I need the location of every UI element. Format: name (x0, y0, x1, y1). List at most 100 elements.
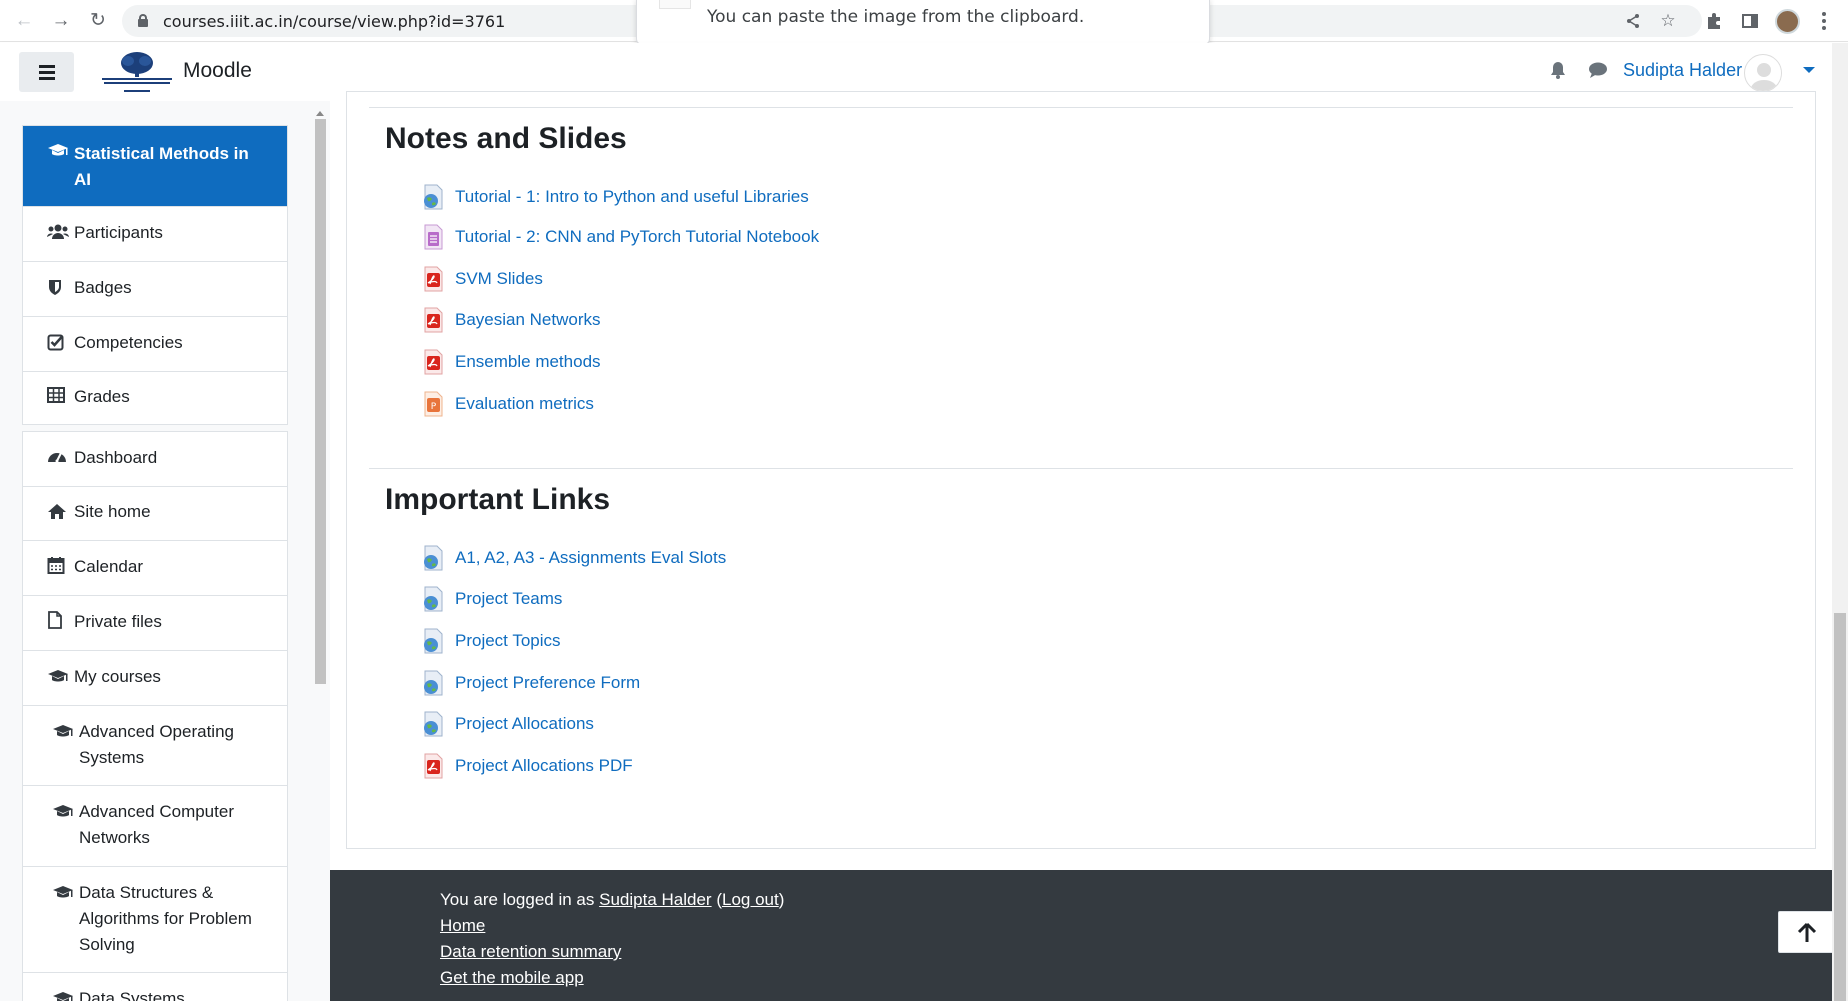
sidebar-item-course-dsa[interactable]: Data Structures & Algorithms for Problem… (23, 867, 287, 973)
home-icon (47, 502, 67, 522)
sidebar-item-course-acn[interactable]: Advanced Computer Networks (23, 786, 287, 867)
sidebar-item-label: Grades (74, 387, 130, 406)
user-menu-caret-icon[interactable] (1803, 67, 1815, 73)
section-divider (369, 107, 1793, 108)
sidebar-item-label: Statistical Methods in AI (74, 144, 249, 189)
sidebar-item-label: Dashboard (74, 448, 158, 467)
tachometer-icon (47, 448, 67, 468)
activity-link[interactable]: Project Allocations (455, 714, 594, 734)
data-retention-link[interactable]: Data retention summary (440, 942, 621, 961)
reload-icon[interactable]: ↻ (86, 9, 110, 33)
activity-link[interactable]: Bayesian Networks (455, 310, 601, 330)
sidebar-item-dashboard[interactable]: Dashboard (23, 432, 287, 487)
url-globe-icon (421, 628, 445, 654)
powerpoint-icon: P (421, 391, 445, 417)
forward-icon[interactable]: → (49, 9, 73, 33)
sidebar-item-competencies[interactable]: Competencies (23, 317, 287, 372)
graduation-cap-icon (47, 668, 68, 688)
sidebar-item-label: Advanced Operating Systems (79, 722, 234, 767)
extensions-icon[interactable] (1702, 9, 1726, 33)
document-file-icon (421, 224, 445, 250)
sidebar-item-course-aos[interactable]: Advanced Operating Systems (23, 706, 287, 786)
pdf-icon (421, 349, 445, 375)
share-icon[interactable] (1621, 9, 1645, 33)
logout-link[interactable]: Log out (722, 890, 779, 909)
lock-icon (138, 14, 148, 27)
url-globe-icon (421, 586, 445, 612)
side-panel-icon[interactable] (1738, 9, 1762, 33)
sidebar-item-calendar[interactable]: Calendar (23, 541, 287, 596)
back-icon[interactable]: ← (12, 9, 36, 33)
check-square-icon (47, 333, 67, 353)
login-info-prefix: You are logged in as (440, 890, 595, 909)
section-title-notes: Notes and Slides (385, 122, 627, 155)
profile-avatar-icon[interactable] (1775, 9, 1800, 34)
sidebar-item-my-courses[interactable]: My courses (23, 651, 287, 706)
sidebar-item-label: Participants (74, 223, 163, 242)
sidebar-item-label: Calendar (74, 557, 143, 576)
sidebar-scroll-thumb[interactable] (315, 119, 326, 684)
shield-icon (47, 278, 67, 298)
user-avatar[interactable] (1744, 54, 1782, 92)
bookmark-star-icon[interactable]: ☆ (1656, 9, 1680, 33)
page-scrollbar[interactable] (1832, 43, 1848, 1001)
hamburger-menu-icon[interactable] (19, 52, 74, 92)
sidebar-item-label: Data Structures & Algorithms for Problem… (79, 883, 252, 954)
messages-icon[interactable] (1588, 61, 1612, 85)
section-title-links: Important Links (385, 483, 611, 516)
sidebar-item-label: Data Systems (79, 989, 185, 1001)
sidebar-item-course-ds[interactable]: Data Systems (23, 973, 287, 1001)
mobile-app-link[interactable]: Get the mobile app (440, 968, 584, 987)
sidebar-scrollbar[interactable] (313, 111, 327, 1001)
sidebar-item-label: Private files (74, 612, 162, 631)
activity-link[interactable]: Project Preference Form (455, 673, 640, 693)
sidebar-item-badges[interactable]: Badges (23, 262, 287, 317)
notification-bell-icon[interactable] (1548, 60, 1572, 84)
url-globe-icon (421, 545, 445, 571)
activity-link[interactable]: Project Topics (455, 631, 561, 651)
activity-link[interactable]: SVM Slides (455, 269, 543, 289)
sidebar-item-site-home[interactable]: Site home (23, 487, 287, 541)
paste-toast: You can paste the image from the clipboa… (636, 0, 1210, 45)
graduation-cap-icon (52, 723, 73, 743)
institute-logo[interactable] (98, 49, 176, 95)
table-icon (47, 387, 67, 407)
url-globe-icon (421, 711, 445, 737)
user-menu-name[interactable]: Sudipta Halder (1623, 60, 1742, 81)
page-scroll-thumb[interactable] (1834, 613, 1846, 1001)
browser-menu-icon[interactable] (1818, 9, 1830, 33)
sidebar-item-course[interactable]: Statistical Methods in AI (23, 126, 287, 207)
sidebar-item-private-files[interactable]: Private files (23, 596, 287, 651)
course-nav-group: Statistical Methods in AI Participants B… (22, 125, 288, 425)
sidebar-item-label: My courses (74, 667, 161, 686)
activity-link[interactable]: Project Teams (455, 589, 562, 609)
course-sections-card: Notes and Slides Tutorial - 1: Intro to … (346, 91, 1816, 849)
url-globe-icon (421, 670, 445, 696)
footer-home-link[interactable]: Home (440, 916, 485, 935)
sidebar-item-grades[interactable]: Grades (23, 372, 287, 425)
activity-link[interactable]: Evaluation metrics (455, 394, 594, 414)
activity-link[interactable]: Tutorial - 2: CNN and PyTorch Tutorial N… (455, 227, 819, 247)
nav-drawer: Statistical Methods in AI Participants B… (0, 101, 330, 1001)
site-brand[interactable]: Moodle (183, 59, 252, 83)
scroll-up-arrow-icon[interactable] (316, 111, 324, 116)
activity-link[interactable]: Project Allocations PDF (455, 756, 633, 776)
back-to-top-button[interactable] (1778, 911, 1834, 953)
pdf-icon (421, 307, 445, 333)
sidebar-item-label: Site home (74, 502, 151, 521)
activity-link[interactable]: Tutorial - 1: Intro to Python and useful… (455, 187, 809, 207)
graduation-cap-icon (47, 142, 68, 162)
arrow-up-icon (1797, 922, 1817, 942)
sidebar-item-participants[interactable]: Participants (23, 207, 287, 262)
page-footer: You are logged in as Sudipta Halder (Log… (330, 870, 1832, 1001)
activity-link[interactable]: Ensemble methods (455, 352, 601, 372)
footer-user-link[interactable]: Sudipta Halder (599, 890, 711, 909)
activity-link[interactable]: A1, A2, A3 - Assignments Eval Slots (455, 548, 726, 568)
graduation-cap-icon (52, 803, 73, 823)
url-globe-icon (421, 184, 445, 210)
sidebar-item-label: Competencies (74, 333, 183, 352)
users-icon (47, 223, 69, 243)
url-text[interactable]: courses.iiit.ac.in/course/view.php?id=37… (163, 12, 505, 31)
login-info: You are logged in as Sudipta Halder (Log… (440, 890, 784, 910)
section-divider (369, 468, 1793, 469)
